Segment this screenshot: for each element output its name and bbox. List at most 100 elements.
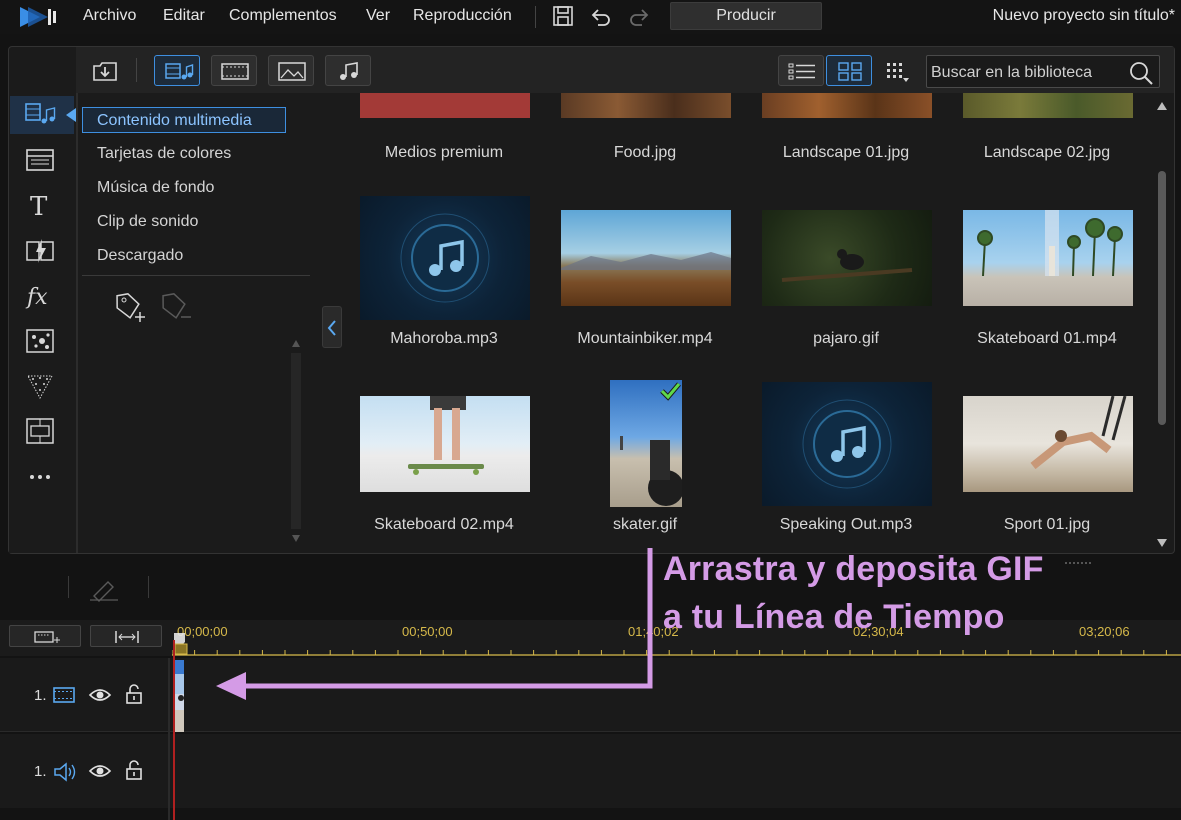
svg-text:fx: fx [25,285,48,310]
music-note-icon [340,62,358,80]
media-thumbnail-pajaro[interactable] [762,210,932,306]
media-caption: Medios premium [384,144,504,161]
edit-pen-icon[interactable] [86,574,124,602]
grid-view-button[interactable] [826,55,872,86]
tree-item-musica-de-fondo[interactable]: Música de fondo [97,179,214,197]
media-thumbnail-food[interactable] [561,93,731,118]
media-caption: Skateboard 01.mp4 [977,330,1117,347]
playhead-marker-icon[interactable] [173,632,189,656]
filter-video-button[interactable] [211,55,257,86]
media-caption: pajaro.gif [813,330,879,347]
media-thumbnail-landscape-02[interactable] [963,93,1133,118]
media-thumbnail-speaking-out[interactable] [762,382,932,506]
subtitle-room-icon[interactable] [22,416,58,446]
title-room-icon[interactable] [22,144,58,174]
media-thumbnail-medios-premium[interactable] [360,93,530,118]
track-manager-button[interactable] [9,625,81,647]
text-room-icon[interactable]: T [22,190,58,220]
media-caption: Skateboard 02.mp4 [374,516,514,533]
annotation-line-1: Arrastra y deposita GIF [663,550,1044,588]
track-header-divider [168,658,170,820]
media-thumbnail-landscape-01[interactable] [762,93,932,118]
media-caption: Landscape 01.jpg [782,144,910,161]
fit-timeline-button[interactable] [90,625,162,647]
filter-audio-button[interactable] [325,55,371,86]
media-room-icon[interactable] [22,99,58,129]
eye-icon[interactable] [88,761,112,781]
fx-room-icon[interactable]: fx [22,281,58,311]
grid-view-icon [838,62,862,81]
filter-image-button[interactable] [268,55,314,86]
tree-separator [82,275,310,276]
media-caption: Mountainbiker.mp4 [577,330,713,347]
track-manager-icon [34,631,60,643]
toolbar-divider [148,576,149,598]
thumbnail-size-icon[interactable] [884,60,910,84]
menu-complementos[interactable]: Complementos [229,7,337,25]
timeline-gif-clip[interactable] [175,660,184,732]
save-icon[interactable] [552,5,574,27]
media-thumbnail-skateboard-02[interactable] [360,396,530,492]
media-caption: Speaking Out.mp3 [779,516,913,533]
tree-item-contenido-multimedia[interactable]: Contenido multimedia [97,112,252,130]
more-rooms-icon[interactable] [22,462,58,492]
annotation-line-2: a tu Línea de Tiempo [663,598,1005,636]
magic-room-icon[interactable] [22,370,58,400]
unlock-icon[interactable] [123,683,145,705]
eye-icon[interactable] [88,685,112,705]
remove-tag-icon[interactable] [159,290,193,324]
media-thumbnail-mountainbiker[interactable] [561,210,731,306]
athlete-icon [1030,396,1127,470]
media-library-grid: Medios premium Food.jpg Landscape 01.jpg… [345,93,1155,553]
bird-icon [781,249,913,282]
media-thumbnail-mahoroba[interactable] [360,196,530,320]
undo-icon[interactable] [590,7,612,27]
tree-scrollbar[interactable] [290,337,302,547]
tree-item-clip-de-sonido[interactable]: Clip de sonido [97,213,198,231]
media-caption: Food.jpg [613,144,677,161]
audio-track-1[interactable] [0,734,1181,808]
tree-item-descargado[interactable]: Descargado [97,247,183,265]
media-filter-icon [165,63,194,80]
collapse-tree-button[interactable] [322,306,342,348]
produce-button[interactable]: Producir [670,2,822,30]
clip-thumbnail-icon [175,660,184,732]
unlock-icon[interactable] [123,759,145,781]
drag-arrow-annotation [216,548,653,700]
media-caption: Landscape 02.jpg [983,144,1111,161]
media-caption: Sport 01.jpg [1003,516,1091,533]
media-thumbnail-skateboard-01[interactable] [963,210,1133,306]
toolbar-divider [136,58,137,82]
add-tag-icon[interactable] [113,290,147,324]
mountain-scene-icon [561,252,731,270]
list-view-button[interactable] [778,55,824,86]
music-note-icon [802,399,892,489]
film-icon [221,63,249,80]
media-caption: Mahoroba.mp3 [390,330,498,347]
video-track-icon [53,687,75,703]
timeline-tick: 03;20;06 [1079,624,1130,639]
menu-reproduccion[interactable]: Reproducción [413,7,512,25]
menu-editar[interactable]: Editar [163,7,205,25]
panel-resize-grip[interactable] [1065,562,1091,564]
skater-legs-icon [408,396,484,475]
library-scrollbar[interactable] [1154,93,1170,553]
fit-width-icon [115,631,139,643]
particle-room-icon[interactable] [22,326,58,356]
svg-text:T: T [30,192,48,220]
project-title: Nuevo proyecto sin título* [992,7,1175,24]
media-caption: skater.gif [612,516,678,533]
redo-icon[interactable] [628,7,650,27]
menu-archivo[interactable]: Archivo [83,7,136,25]
tree-item-tarjetas-de-colores[interactable]: Tarjetas de colores [97,145,231,163]
library-search-input[interactable]: Buscar en la biblioteca [926,55,1160,88]
filter-all-media-button[interactable] [154,55,200,86]
transition-room-icon[interactable] [22,236,58,266]
media-thumbnail-sport-01[interactable] [963,396,1133,492]
image-icon [278,62,306,81]
search-icon[interactable] [1128,60,1154,86]
list-view-icon [788,63,815,80]
import-media-icon[interactable] [90,58,120,84]
tree-divider [76,93,78,553]
menu-ver[interactable]: Ver [366,7,390,25]
